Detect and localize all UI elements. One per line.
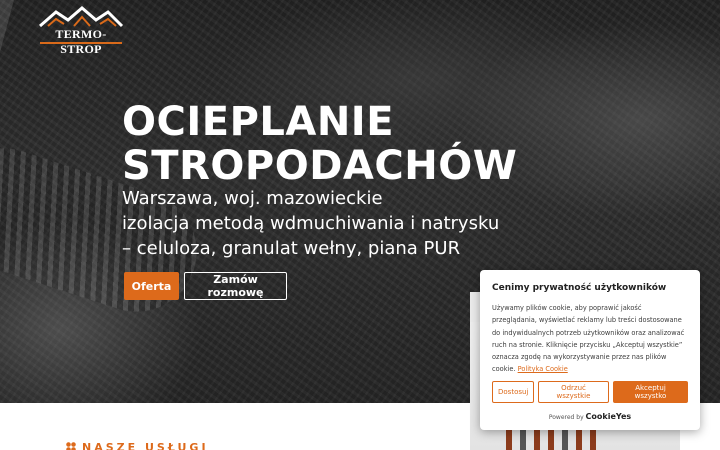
- services-heading: NASZE USŁUGI: [66, 440, 209, 450]
- dots-grid-icon: [66, 442, 76, 450]
- roof-logo-icon: [39, 6, 124, 28]
- site-logo[interactable]: TERMO-STROP: [38, 6, 124, 56]
- cookie-buttons: Dostosuj Odrzuć wszystkie Akceptuj wszys…: [492, 381, 688, 403]
- hero-title-line-1: OCIEPLANIE: [122, 99, 395, 145]
- cookie-body: Używamy plików cookie, aby poprawić jako…: [492, 304, 685, 374]
- reject-all-button[interactable]: Odrzuć wszystkie: [538, 381, 609, 403]
- building-window: [576, 430, 582, 450]
- hero-subtitle-line-2: izolacja metodą wdmuchiwania i natrysku: [122, 213, 500, 234]
- services-heading-text: NASZE USŁUGI: [82, 440, 209, 450]
- hero-subtitle-line-3: – celuloza, granulat wełny, piana PUR: [122, 238, 461, 259]
- offer-button[interactable]: Oferta: [124, 272, 179, 300]
- building-window: [506, 430, 512, 450]
- cookie-consent-banner: Cenimy prywatność użytkowników Używamy p…: [480, 270, 700, 430]
- hero-title: OCIEPLANIE STROPODACHÓW: [122, 100, 542, 188]
- hero-title-line-2: STROPODACHÓW: [122, 143, 518, 189]
- building-window: [562, 430, 568, 450]
- order-call-button[interactable]: Zamów rozmowę: [184, 272, 287, 300]
- hero-subtitle: Warszawa, woj. mazowieckie izolacja meto…: [122, 186, 542, 261]
- hero-subtitle-line-1: Warszawa, woj. mazowieckie: [122, 188, 383, 209]
- cookie-title: Cenimy prywatność użytkowników: [492, 283, 667, 293]
- customize-button[interactable]: Dostosuj: [492, 381, 534, 403]
- logo-underline: [40, 42, 122, 44]
- building-window: [590, 430, 596, 450]
- accept-all-button[interactable]: Akceptuj wszystko: [613, 381, 688, 403]
- cookie-policy-link[interactable]: Polityka Cookie: [518, 365, 568, 373]
- powered-by-label: Powered by: [548, 414, 584, 421]
- building-window: [520, 430, 526, 450]
- cookie-description: Używamy plików cookie, aby poprawić jako…: [492, 302, 688, 376]
- cookieyes-logo: CookieYes: [585, 412, 632, 421]
- building-window: [534, 430, 540, 450]
- cookie-powered-by[interactable]: Powered by CookieYes: [480, 412, 700, 421]
- corner-decoration: [0, 0, 14, 52]
- building-window: [548, 430, 554, 450]
